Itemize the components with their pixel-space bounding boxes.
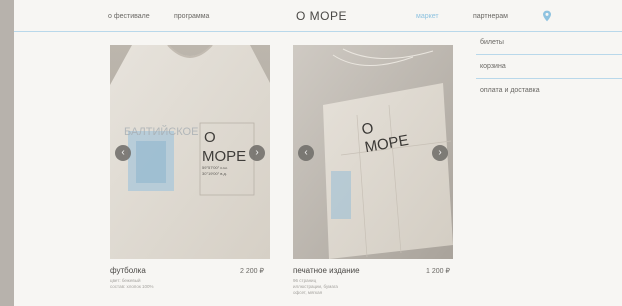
sidebar: билеты корзина оплата и доставка — [476, 31, 622, 102]
product-desc-line: состав: хлопок 100% — [110, 284, 154, 289]
nav-market[interactable]: маркет — [416, 13, 439, 20]
nav-program[interactable]: программа — [174, 13, 209, 20]
sidebar-item-tickets[interactable]: билеты — [476, 31, 622, 55]
chevron-left-icon[interactable]: ‹ — [115, 145, 131, 161]
print-title-2: МОРЕ — [202, 148, 246, 165]
product-name[interactable]: футболка — [110, 266, 146, 275]
sidebar-item-cart[interactable]: корзина — [476, 55, 622, 79]
map-pin-icon[interactable] — [542, 10, 552, 22]
chevron-left-icon[interactable]: ‹ — [298, 145, 314, 161]
page: о фестивале программа О МОРЕ маркет парт… — [14, 0, 622, 306]
print-small-text: БАЛТИЙСКОЕ — [124, 125, 198, 138]
product-name[interactable]: печатное издание — [293, 266, 360, 275]
nav-partners[interactable]: партнерам — [473, 13, 508, 20]
product-card-tshirt[interactable]: БАЛТИЙСКОЕ О МОРЕ 59°57′00″ с.ш. 30°19′0… — [110, 45, 270, 289]
product-card-book[interactable]: О МОРЕ ‹ › печатное издание 1 200 ₽ 96 с… — [293, 45, 453, 295]
header: о фестивале программа О МОРЕ маркет парт… — [14, 0, 622, 32]
product-price: 2 200 ₽ — [240, 268, 264, 275]
print-coords: 59°57′00″ с.ш. — [202, 165, 228, 170]
product-image-tshirt[interactable]: БАЛТИЙСКОЕ О МОРЕ 59°57′00″ с.ш. 30°19′0… — [110, 45, 270, 259]
product-image-book[interactable]: О МОРЕ — [293, 45, 453, 259]
chevron-right-icon[interactable]: › — [432, 145, 448, 161]
product-price: 1 200 ₽ — [426, 268, 450, 275]
nav-about[interactable]: о фестивале — [108, 13, 150, 20]
sidebar-item-payment-delivery[interactable]: оплата и доставка — [476, 79, 622, 102]
print-coords-2: 30°19′00″ в.д. — [202, 171, 227, 176]
product-desc-line: офсет, мягкая — [293, 290, 323, 295]
logo[interactable]: О МОРЕ — [296, 9, 347, 23]
chevron-right-icon[interactable]: › — [249, 145, 265, 161]
print-title: О — [204, 129, 216, 146]
